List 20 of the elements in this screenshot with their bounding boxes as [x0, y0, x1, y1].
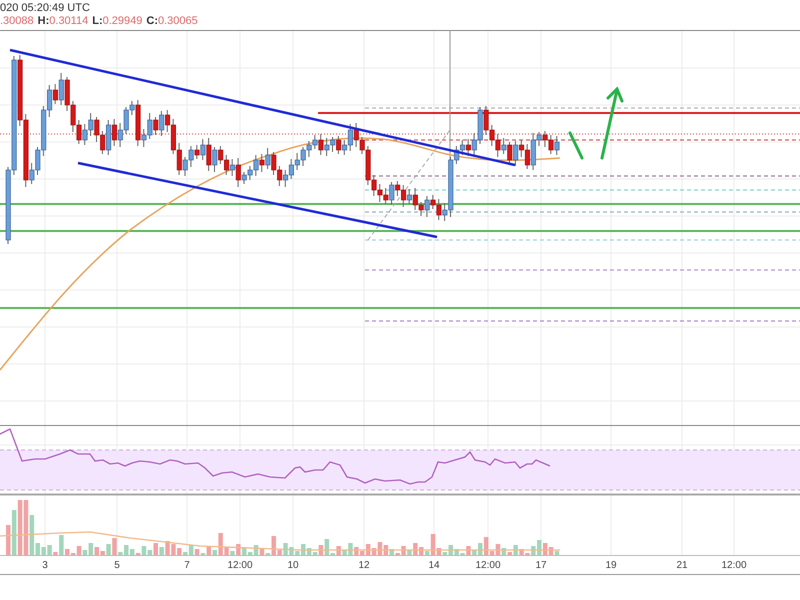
price-value: 0.30114 [49, 15, 88, 28]
axis-label: 17 [535, 560, 547, 571]
axis-label: 12:00 [227, 560, 253, 571]
axis-label: 3 [42, 560, 48, 571]
axis-label: 14 [428, 560, 440, 571]
axis-label: 12:00 [721, 560, 747, 571]
price-label: L: [92, 15, 103, 28]
price-value: 0.29949 [102, 15, 142, 28]
axis-label: 12 [358, 560, 370, 571]
axis-label: 5 [114, 560, 120, 571]
price-value: .30088 [0, 15, 34, 28]
axis-label: 7 [184, 560, 190, 571]
axis-label: 19 [605, 560, 617, 571]
price-value: 0.30065 [158, 15, 198, 28]
price-label: H: [38, 15, 50, 28]
axis-label: 12:00 [475, 560, 501, 571]
axis-label: 21 [676, 560, 688, 571]
axis-label: 10 [287, 560, 299, 571]
chart-timestamp: 020 05:20:49 UTC [0, 2, 90, 15]
price-label: C: [146, 15, 158, 28]
